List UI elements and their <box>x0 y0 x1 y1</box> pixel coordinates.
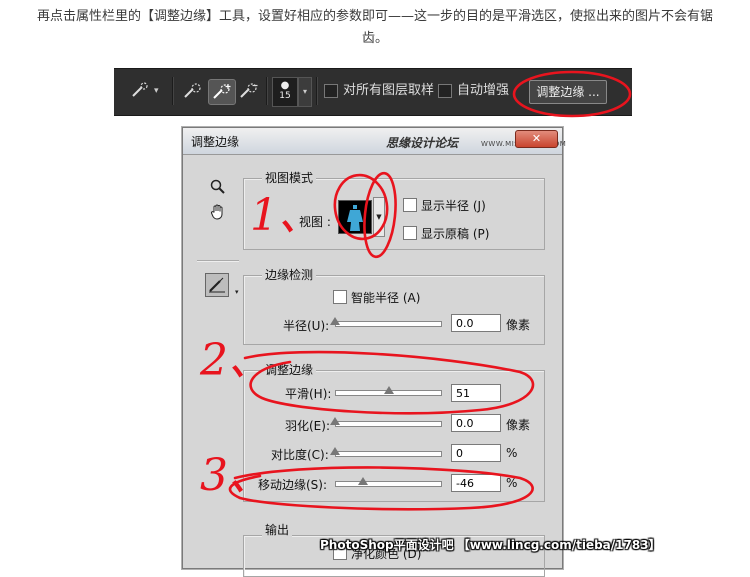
feather-slider-thumb[interactable] <box>330 417 340 425</box>
show-radius-shortcut: (J) <box>472 199 486 213</box>
contrast-slider-thumb[interactable] <box>330 447 340 455</box>
smooth-label: 平滑(H): <box>285 387 332 401</box>
auto-enhance-option[interactable]: 自动增强 <box>438 79 509 103</box>
contrast-slider[interactable] <box>335 451 442 457</box>
edge-detection-title: 边缘检测 <box>262 266 317 283</box>
figure-thumbnail-icon <box>347 205 363 231</box>
quick-selection-tool-icon[interactable] <box>128 79 154 103</box>
refine-edge-button[interactable]: 调整边缘 ... <box>529 80 607 104</box>
contrast-unit: % <box>506 446 518 460</box>
view-mode-title: 视图模式 <box>262 169 317 186</box>
view-label: 视图 : <box>299 215 331 229</box>
smart-radius-option: 智能半径 (A) <box>351 289 420 306</box>
dialog-title: 调整边缘 <box>191 135 240 149</box>
toolbar-divider <box>316 77 318 105</box>
smart-radius-shortcut: (A) <box>402 291 421 305</box>
dialog-titlebar: 调整边缘 思缘设计论坛 WWW.MISSYUAN.COM ✕ <box>183 128 566 155</box>
refine-edge-dialog: 调整边缘 思缘设计论坛 WWW.MISSYUAN.COM ✕ ▾ 视图模式 视图… <box>182 127 566 577</box>
options-toolbar: ▾ ● 15 ▾ 对所有图层取样 自动增强 调整边缘 ... <box>114 68 632 116</box>
footer-watermark: PhotoShop平面设计吧 【www.lincg.com/tieba/1783… <box>320 538 661 552</box>
tool-options-dropdown-icon[interactable]: ▾ <box>235 288 239 296</box>
radius-input[interactable]: 0.0 <box>451 314 501 332</box>
feather-slider[interactable] <box>335 421 442 427</box>
view-preview-thumbnail[interactable] <box>338 200 372 234</box>
new-selection-brush-icon[interactable] <box>180 79 206 103</box>
sample-all-layers-checkbox[interactable] <box>324 83 338 98</box>
feather-label: 羽化(E): <box>285 419 330 433</box>
smart-radius-checkbox[interactable] <box>333 290 347 304</box>
shift-edge-slider[interactable] <box>335 481 442 487</box>
brush-size-picker[interactable]: ● 15 <box>272 77 298 107</box>
dialog-close-button[interactable]: ✕ <box>515 130 558 148</box>
hand-tool-icon[interactable] <box>207 201 229 223</box>
brush-size-value: 15 <box>279 91 291 101</box>
sample-all-layers-label: 对所有图层取样 <box>343 83 435 98</box>
show-radius-checkbox[interactable] <box>403 198 417 212</box>
article-paragraph-line2: 齿。 <box>361 31 388 46</box>
view-mode-dropdown[interactable]: ▼ <box>373 197 385 237</box>
shift-edge-input[interactable]: -46 <box>451 474 501 492</box>
site-watermark: 思缘设计论坛 <box>386 136 459 150</box>
feather-unit: 像素 <box>506 418 531 432</box>
close-icon: ✕ <box>531 132 542 145</box>
show-radius-label: 显示半径 <box>421 199 470 213</box>
view-mode-group <box>243 178 545 250</box>
toolbar-divider <box>172 77 174 105</box>
brush-picker-dropdown-icon[interactable]: ▾ <box>298 77 312 107</box>
smart-radius-label: 智能半径 <box>351 291 400 305</box>
adjust-edge-title: 调整边缘 <box>262 361 317 378</box>
edge-detection-group <box>243 275 545 345</box>
show-original-option: 显示原稿 (P) <box>421 225 489 242</box>
tools-divider <box>197 260 239 262</box>
shift-edge-slider-thumb[interactable] <box>358 477 369 485</box>
radius-unit: 像素 <box>506 318 531 332</box>
sample-all-layers-option[interactable]: 对所有图层取样 <box>324 79 434 103</box>
auto-enhance-label: 自动增强 <box>457 83 510 98</box>
feather-input[interactable]: 0.0 <box>451 414 501 432</box>
chevron-down-icon: ▼ <box>376 213 382 221</box>
radius-slider-thumb[interactable] <box>330 317 340 325</box>
zoom-tool-icon[interactable] <box>207 176 229 198</box>
brush-dot-icon: ● <box>280 80 290 91</box>
output-title: 输出 <box>262 521 293 538</box>
smooth-slider-thumb[interactable] <box>383 386 394 394</box>
show-radius-option: 显示半径 (J) <box>421 197 486 214</box>
article-paragraph-line1: 再点击属性栏里的【调整边缘】工具，设置好相应的参数即可——这一步的目的是平滑选区… <box>36 9 713 24</box>
contrast-input[interactable]: 0 <box>451 444 501 462</box>
contrast-label: 对比度(C): <box>271 448 329 462</box>
add-to-selection-brush-icon[interactable] <box>208 79 236 105</box>
shift-edge-label: 移动边缘(S): <box>258 478 328 492</box>
subtract-from-selection-brush-icon[interactable] <box>236 79 262 103</box>
show-original-checkbox[interactable] <box>403 226 417 240</box>
radius-label: 半径(U): <box>283 319 330 333</box>
smooth-input[interactable]: 51 <box>451 384 501 402</box>
shift-edge-unit: % <box>506 476 518 490</box>
refine-radius-tool-icon[interactable] <box>205 273 229 297</box>
radius-slider[interactable] <box>335 321 442 327</box>
show-original-label: 显示原稿 <box>421 227 470 241</box>
toolbar-divider <box>266 77 268 105</box>
show-original-shortcut: (P) <box>472 227 490 241</box>
auto-enhance-checkbox[interactable] <box>438 83 452 98</box>
article-paragraph: 再点击属性栏里的【调整边缘】工具，设置好相应的参数即可——这一步的目的是平滑选区… <box>0 6 750 50</box>
tool-preset-dropdown-icon[interactable]: ▾ <box>154 79 159 103</box>
